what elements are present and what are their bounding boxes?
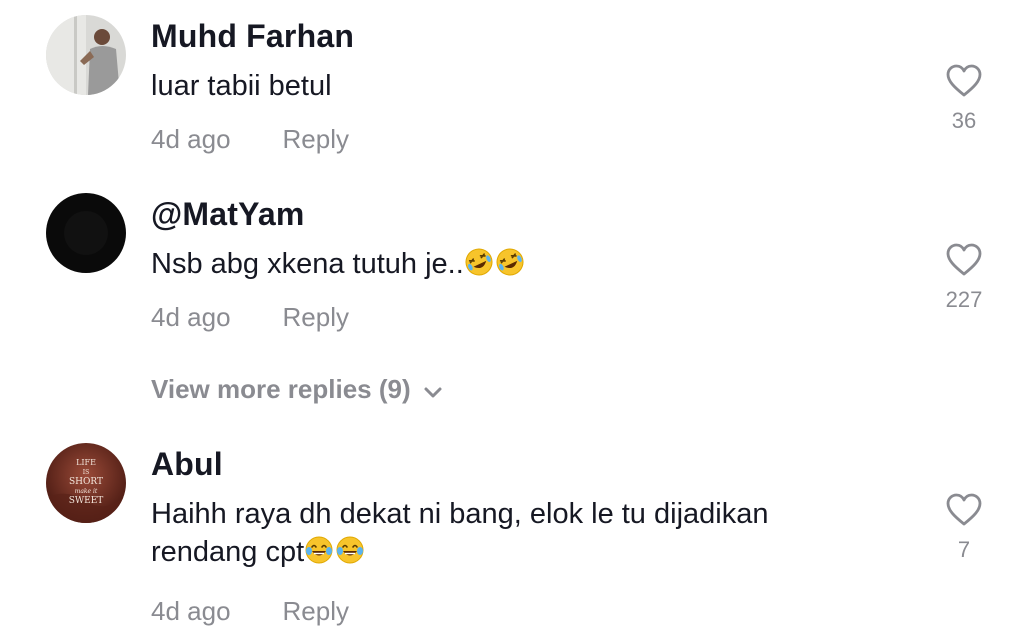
- like-count: 36: [951, 108, 977, 133]
- comment-username[interactable]: Muhd Farhan: [151, 18, 354, 55]
- comment-text-line: Haihh raya dh dekat ni bang, elok le tu …: [151, 498, 769, 530]
- comment-text: Haihh raya dh dekat ni bang, elok le tu …: [151, 494, 851, 572]
- rolling-on-floor-laughing-icon: [465, 248, 493, 276]
- comment-username[interactable]: @MatYam: [151, 196, 305, 233]
- avatar-text: SWEET: [69, 496, 104, 506]
- like-count: 227: [945, 287, 983, 312]
- comment-timestamp: 4d ago: [151, 596, 231, 626]
- heart-icon: [946, 493, 982, 526]
- avatar-text: IS: [83, 469, 89, 476]
- comment-text-body: rendang cpt: [151, 536, 305, 568]
- comment-text-body: Nsb abg xkena tutuh je..: [151, 248, 464, 280]
- comment-meta: 4d ago Reply: [151, 124, 349, 155]
- comment-text: Nsb abg xkena tutuh je..: [151, 244, 851, 284]
- like-button[interactable]: 36: [934, 64, 994, 134]
- comment-timestamp: 4d ago: [151, 302, 231, 332]
- view-more-replies-button[interactable]: View more replies (9): [151, 374, 443, 407]
- heart-icon: [946, 243, 982, 276]
- chevron-down-icon: [423, 376, 443, 407]
- comment-text-line: rendang cpt: [151, 532, 851, 572]
- like-button[interactable]: 7: [934, 493, 994, 563]
- avatar-photo: LIFE IS SHORT make it SWEET: [46, 443, 126, 523]
- avatar[interactable]: [46, 15, 126, 95]
- avatar-photo: [46, 193, 126, 273]
- reply-button[interactable]: Reply: [283, 596, 349, 626]
- comment-meta: 4d ago Reply: [151, 596, 349, 627]
- face-with-tears-of-joy-icon: [305, 536, 333, 564]
- reply-button[interactable]: Reply: [283, 124, 349, 154]
- face-with-tears-of-joy-icon: [336, 536, 364, 564]
- comment-username[interactable]: Abul: [151, 446, 223, 483]
- reply-button[interactable]: Reply: [283, 302, 349, 332]
- avatar-text: LIFE: [76, 458, 96, 467]
- like-button[interactable]: 227: [934, 243, 994, 313]
- view-more-replies-label: View more replies (9): [151, 374, 411, 404]
- comment-timestamp: 4d ago: [151, 124, 231, 154]
- avatar[interactable]: LIFE IS SHORT make it SWEET: [46, 443, 126, 523]
- heart-icon: [946, 64, 982, 97]
- avatar-text: SHORT: [69, 477, 103, 487]
- avatar-photo: [46, 15, 126, 95]
- rolling-on-floor-laughing-icon: [496, 248, 524, 276]
- avatar-text: make it: [75, 488, 98, 495]
- comment-meta: 4d ago Reply: [151, 302, 349, 333]
- avatar[interactable]: [46, 193, 126, 273]
- like-count: 7: [957, 537, 971, 562]
- comment-text: luar tabii betul: [151, 70, 332, 102]
